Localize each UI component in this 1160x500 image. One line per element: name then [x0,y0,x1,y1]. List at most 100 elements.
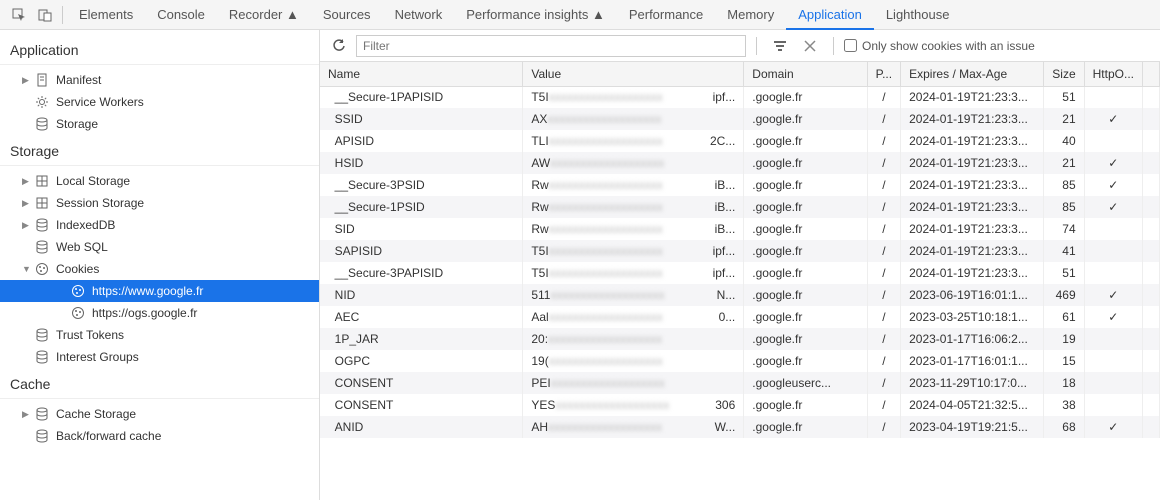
clear-filter-icon[interactable] [769,35,791,57]
grid-icon [34,195,50,211]
cell-domain: .google.fr [744,86,867,108]
cell-value: 19(xxxxxxxxxxxxxxxxxxx [523,350,744,372]
cell-name: CONSENT [320,372,523,394]
cell-httponly [1084,240,1142,262]
sidebar-item-manifest[interactable]: ▶Manifest [0,69,319,91]
sidebar-item-back-forward-cache[interactable]: Back/forward cache [0,425,319,447]
cell-name: __Secure-3PSID [320,174,523,196]
table-row[interactable]: 1P_JAR20:xxxxxxxxxxxxxxxxxxx.google.fr/2… [320,328,1160,350]
cell-size: 61 [1044,306,1084,328]
sidebar-item-service-workers[interactable]: Service Workers [0,91,319,113]
cell-path: / [867,328,900,350]
sidebar-item-web-sql[interactable]: Web SQL [0,236,319,258]
cell-path: / [867,240,900,262]
cell-domain: .google.fr [744,218,867,240]
cell-name: 1P_JAR [320,328,523,350]
sidebar-item-label: Web SQL [56,240,108,254]
only-issue-label: Only show cookies with an issue [862,39,1035,53]
sidebar-item-label: https://www.google.fr [92,284,203,298]
table-row[interactable]: __Secure-3PSIDRwxxxxxxxxxxxxxxxxxxxiB...… [320,174,1160,196]
cell-end [1142,218,1159,240]
table-row[interactable]: NID511xxxxxxxxxxxxxxxxxxxN....google.fr/… [320,284,1160,306]
devtools-tabbar: ElementsConsoleRecorder ▲SourcesNetworkP… [0,0,1160,30]
cell-domain: .googleuserc... [744,372,867,394]
refresh-icon[interactable] [328,35,350,57]
inspect-icon[interactable] [8,4,30,26]
cell-size: 38 [1044,394,1084,416]
tab-network[interactable]: Network [383,0,455,30]
sidebar-item-label: Service Workers [56,95,144,109]
tab-lighthouse[interactable]: Lighthouse [874,0,962,30]
tab-application[interactable]: Application [786,0,874,30]
column-header[interactable]: P... [867,62,900,86]
sidebar-section-storage: Storage [0,135,319,166]
table-row[interactable]: SAPISIDT5Ixxxxxxxxxxxxxxxxxxxipf....goog… [320,240,1160,262]
cell-path: / [867,416,900,438]
separator [756,37,757,55]
cell-end [1142,416,1159,438]
sidebar-item-local-storage[interactable]: ▶Local Storage [0,170,319,192]
sidebar-item-indexeddb[interactable]: ▶IndexedDB [0,214,319,236]
sidebar-item-storage[interactable]: Storage [0,113,319,135]
cell-expires: 2024-04-05T21:32:5... [901,394,1044,416]
cell-value: Aalxxxxxxxxxxxxxxxxxxx0... [523,306,744,328]
table-row[interactable]: APISIDTLIxxxxxxxxxxxxxxxxxxx2C....google… [320,130,1160,152]
table-row[interactable]: CONSENTYESxxxxxxxxxxxxxxxxxxx306.google.… [320,394,1160,416]
tab-performance-insights-[interactable]: Performance insights ▲ [454,0,617,30]
cell-expires: 2023-03-25T10:18:1... [901,306,1044,328]
sidebar-item-session-storage[interactable]: ▶Session Storage [0,192,319,214]
column-header[interactable]: Name [320,62,523,86]
device-toggle-icon[interactable] [34,4,56,26]
table-row[interactable]: __Secure-1PSIDRwxxxxxxxxxxxxxxxxxxxiB...… [320,196,1160,218]
cell-name: NID [320,284,523,306]
filter-input[interactable] [356,35,746,57]
table-row[interactable]: OGPC19(xxxxxxxxxxxxxxxxxxx.google.fr/202… [320,350,1160,372]
cell-name: OGPC [320,350,523,372]
tab-memory[interactable]: Memory [715,0,786,30]
column-header[interactable]: Expires / Max-Age [901,62,1044,86]
db-icon [34,406,50,422]
cell-end [1142,130,1159,152]
sidebar-item-https-ogs-google-fr[interactable]: https://ogs.google.fr [0,302,319,324]
table-row[interactable]: CONSENTPEIxxxxxxxxxxxxxxxxxxx.googleuser… [320,372,1160,394]
table-row[interactable]: ANIDAHxxxxxxxxxxxxxxxxxxxW....google.fr/… [320,416,1160,438]
table-row[interactable]: __Secure-3PAPISIDT5Ixxxxxxxxxxxxxxxxxxxi… [320,262,1160,284]
tab-recorder-[interactable]: Recorder ▲ [217,0,311,30]
sidebar-item-https-www-google-fr[interactable]: https://www.google.fr [0,280,319,302]
cell-path: / [867,152,900,174]
only-issue-checkbox[interactable]: Only show cookies with an issue [844,39,1035,53]
cell-size: 41 [1044,240,1084,262]
cell-expires: 2023-04-19T19:21:5... [901,416,1044,438]
table-row[interactable]: SSIDAXxxxxxxxxxxxxxxxxxxx.google.fr/2024… [320,108,1160,130]
column-header[interactable]: HttpO... [1084,62,1142,86]
table-row[interactable]: SIDRwxxxxxxxxxxxxxxxxxxxiB....google.fr/… [320,218,1160,240]
cell-httponly: ✓ [1084,416,1142,438]
sidebar-item-cookies[interactable]: ▼Cookies [0,258,319,280]
sidebar-item-interest-groups[interactable]: Interest Groups [0,346,319,368]
column-header[interactable]: Value [523,62,744,86]
sidebar-section-cache: Cache [0,368,319,399]
tab-console[interactable]: Console [145,0,217,30]
tab-performance[interactable]: Performance [617,0,715,30]
table-row[interactable]: __Secure-1PAPISIDT5Ixxxxxxxxxxxxxxxxxxxi… [320,86,1160,108]
table-row[interactable]: HSIDAWxxxxxxxxxxxxxxxxxxx.google.fr/2024… [320,152,1160,174]
chevron-icon: ▼ [22,264,32,274]
only-issue-checkbox-input[interactable] [844,39,857,52]
tab-elements[interactable]: Elements [67,0,145,30]
sidebar-item-trust-tokens[interactable]: Trust Tokens [0,324,319,346]
cell-path: / [867,196,900,218]
column-header[interactable]: Size [1044,62,1084,86]
cell-httponly [1084,372,1142,394]
sidebar-item-label: Session Storage [56,196,144,210]
tab-sources[interactable]: Sources [311,0,383,30]
sidebar-item-cache-storage[interactable]: ▶Cache Storage [0,403,319,425]
cell-path: / [867,372,900,394]
close-icon[interactable] [799,35,821,57]
cell-expires: 2024-01-19T21:23:3... [901,130,1044,152]
sidebar-item-label: IndexedDB [56,218,115,232]
column-header[interactable]: Domain [744,62,867,86]
cell-end [1142,152,1159,174]
cell-httponly: ✓ [1084,306,1142,328]
cell-end [1142,262,1159,284]
table-row[interactable]: AECAalxxxxxxxxxxxxxxxxxxx0....google.fr/… [320,306,1160,328]
